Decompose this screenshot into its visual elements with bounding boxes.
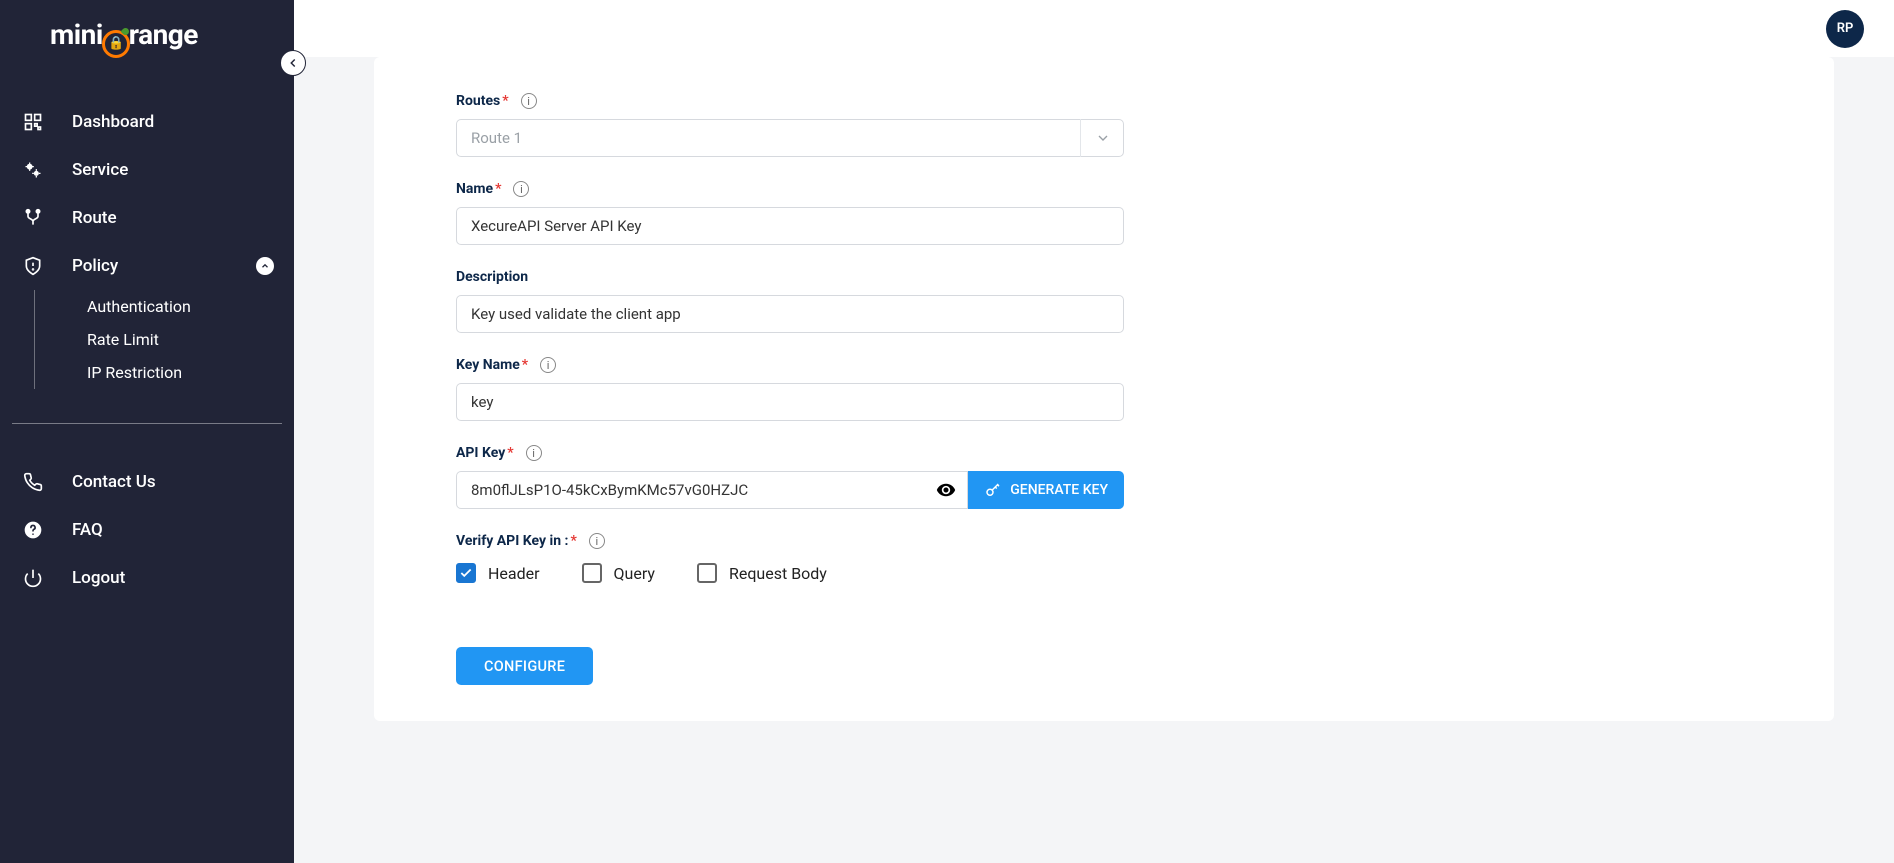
field-key-name: Key Name* i [456,357,1124,421]
brand-suffix: range [129,18,198,51]
dashboard-icon [22,111,44,133]
checkbox-body[interactable] [697,563,717,583]
sidebar-subitem-label: Authentication [87,297,191,316]
sidebar-collapse-button[interactable] [280,50,306,76]
api-key-input[interactable] [456,471,968,509]
form-card: Routes* i Route 1 Name* [374,57,1834,721]
check-label: Request Body [729,564,827,583]
orange-icon: 🔒 [102,30,130,58]
field-verify: Verify API Key in :* i Header [456,533,1124,583]
sidebar-item-label: FAQ [72,520,103,540]
info-icon[interactable]: i [540,357,556,373]
sidebar-item-label: Dashboard [72,112,154,132]
avatar[interactable]: RP [1826,10,1864,48]
sidebar-subitem-label: IP Restriction [87,363,182,382]
sidebar-item-label: Route [72,208,117,228]
check-header[interactable]: Header [456,563,540,583]
chevron-up-icon [256,257,274,275]
check-label: Query [614,564,655,583]
check-label: Header [488,564,540,583]
brand-logo: mini🔒range [0,0,294,88]
sidebar-item-dashboard[interactable]: Dashboard [0,98,294,146]
sidebar-subitem-ip-restriction[interactable]: IP Restriction [35,356,294,389]
sidebar-item-policy[interactable]: Policy [0,242,294,290]
sidebar-item-label: Service [72,160,128,180]
content-scroll[interactable]: Routes* i Route 1 Name* [294,57,1894,863]
checkbox-header[interactable] [456,563,476,583]
routes-select-value: Route 1 [456,119,1124,157]
key-name-label: Key Name* i [456,357,1124,373]
sidebar-item-logout[interactable]: Logout [0,554,294,602]
info-icon[interactable]: i [526,445,542,461]
sidebar-item-label: Policy [72,256,118,276]
name-input[interactable] [456,207,1124,245]
configure-button[interactable]: CONFIGURE [456,647,593,685]
api-key-label: API Key* i [456,445,1124,461]
generate-key-button[interactable]: GENERATE KEY [968,471,1124,509]
gears-icon [22,159,44,181]
configure-button-label: CONFIGURE [484,658,565,675]
sidebar-item-label: Contact Us [72,472,156,492]
checkbox-query[interactable] [582,563,602,583]
info-icon[interactable]: i [513,181,529,197]
check-body[interactable]: Request Body [697,563,827,583]
generate-key-label: GENERATE KEY [1010,482,1108,498]
route-icon [22,207,44,229]
sidebar-subitem-authentication[interactable]: Authentication [35,290,294,323]
topbar: RP [294,0,1894,57]
key-name-input[interactable] [456,383,1124,421]
field-routes: Routes* i Route 1 [456,93,1124,157]
description-label: Description [456,269,1124,285]
field-name: Name* i [456,181,1124,245]
power-icon [22,567,44,589]
verify-label: Verify API Key in :* i [456,533,1124,549]
sidebar-nav: Dashboard Service Route Policy [0,88,294,399]
sidebar-item-faq[interactable]: FAQ [0,506,294,554]
brand-prefix: mini [50,18,103,51]
sidebar-subitem-rate-limit[interactable]: Rate Limit [35,323,294,356]
policy-submenu: Authentication Rate Limit IP Restriction [34,290,294,389]
sidebar-item-contact-us[interactable]: Contact Us [0,458,294,506]
routes-label: Routes* i [456,93,1124,109]
phone-icon [22,471,44,493]
main-area: RP Routes* i Route 1 [294,0,1894,863]
name-label: Name* i [456,181,1124,197]
sidebar-item-label: Logout [72,568,125,588]
sidebar-item-service[interactable]: Service [0,146,294,194]
shield-icon [22,255,44,277]
key-icon [984,481,1002,499]
sidebar-bottom-nav: Contact Us FAQ Logout [0,448,294,612]
info-icon[interactable]: i [521,93,537,109]
sidebar-subitem-label: Rate Limit [87,330,159,349]
sidebar: mini🔒range Dashboard Service [0,0,294,863]
check-query[interactable]: Query [582,563,655,583]
field-description: Description [456,269,1124,333]
sidebar-divider [12,423,282,424]
sidebar-item-route[interactable]: Route [0,194,294,242]
eye-icon[interactable] [936,480,956,500]
routes-select[interactable]: Route 1 [456,119,1124,157]
info-icon[interactable]: i [589,533,605,549]
avatar-initials: RP [1837,21,1854,36]
description-input[interactable] [456,295,1124,333]
field-api-key: API Key* i G [456,445,1124,509]
question-icon [22,519,44,541]
